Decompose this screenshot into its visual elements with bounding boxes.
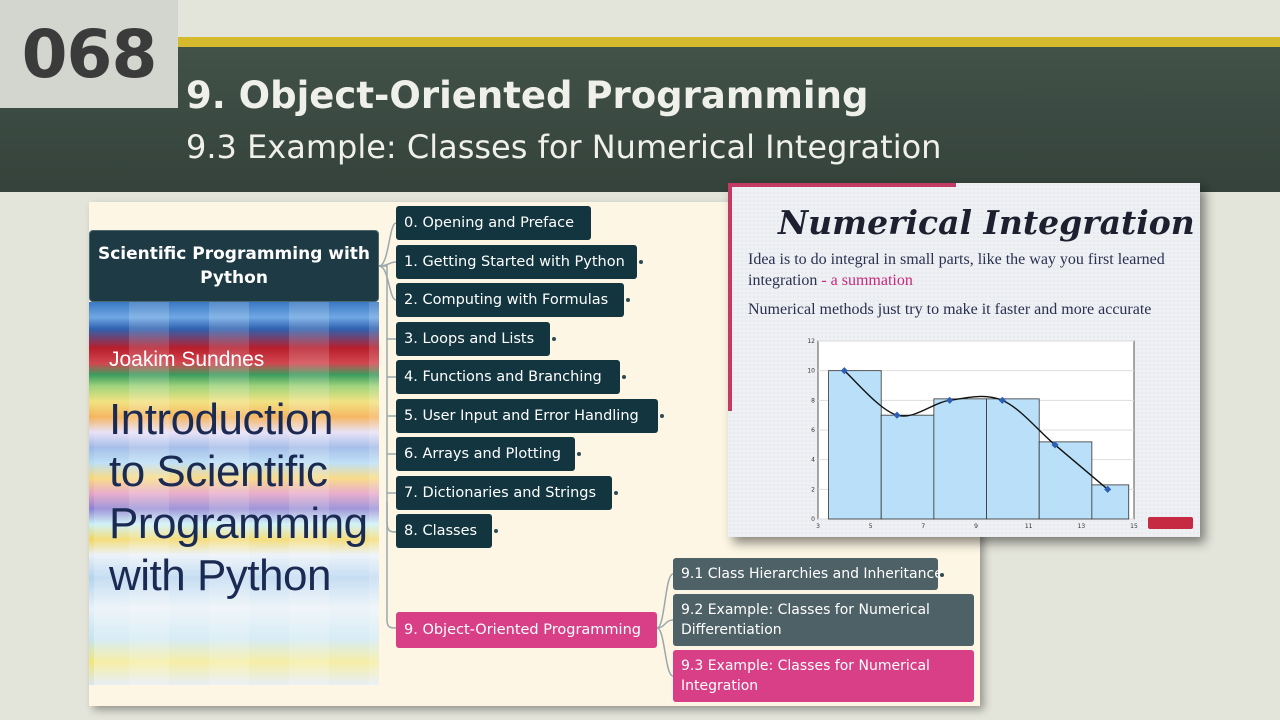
slide-title: Numerical Integration: [778, 203, 1195, 242]
chart-y-tick-label: 2: [811, 486, 815, 493]
chart-y-tick-label: 0: [811, 516, 815, 523]
slide-text-idea-main: Idea is to do integral in small parts, l…: [748, 251, 1165, 289]
chapter-node-6[interactable]: 6. Arrays and Plotting: [396, 437, 575, 471]
node-expand-dot[interactable]: [660, 414, 664, 418]
chart-x-tick-label: 15: [1130, 523, 1138, 530]
chart-y-tick-label: 12: [807, 338, 815, 345]
integration-slide: Numerical Integration Idea is to do inte…: [728, 183, 1200, 537]
node-expand-dot[interactable]: [622, 375, 626, 379]
node-expand-dot[interactable]: [614, 491, 618, 495]
slide-accent: [728, 183, 956, 187]
node-expand-dot[interactable]: [639, 260, 643, 264]
chapter-node-4[interactable]: 4. Functions and Branching: [396, 360, 620, 394]
node-expand-dot[interactable]: [940, 573, 944, 577]
chart-bar: [880, 414, 935, 520]
chart-x-tick-label: 11: [1025, 523, 1033, 530]
chart-y-tick-label: 8: [811, 397, 815, 404]
chapter-node-8[interactable]: 8. Classes: [396, 514, 492, 548]
chapter-node-1[interactable]: 1. Getting Started with Python: [396, 245, 637, 279]
chart-x-tick-label: 5: [869, 523, 873, 530]
slide-nav-button[interactable]: [1148, 517, 1193, 529]
chart-x-tick-label: 13: [1078, 523, 1086, 530]
node-expand-dot[interactable]: [626, 298, 630, 302]
chart-x-tick-label: 7: [921, 523, 925, 530]
integration-chart: 0 2 4 6 8 10 12 3 5 7 9 11 13 15: [807, 338, 1138, 530]
chart-x-tick-label: 9: [974, 523, 978, 530]
section-title: 9.3 Example: Classes for Numerical Integ…: [186, 128, 942, 166]
header-banner: [0, 46, 1280, 192]
slide-text-idea-highlight: - a summation: [821, 272, 913, 289]
chart-y-tick-label: 10: [807, 368, 815, 375]
chart-bar: [986, 398, 1040, 520]
chart-y-tick-label: 6: [811, 427, 815, 434]
section-node-9-3[interactable]: 9.3 Example: Classes for Numerical Integ…: [673, 650, 974, 702]
chapter-node-3[interactable]: 3. Loops and Lists: [396, 322, 550, 356]
chapter-node-9[interactable]: 9. Object-Oriented Programming: [396, 612, 657, 648]
node-expand-dot[interactable]: [494, 529, 498, 533]
section-node-9-2[interactable]: 9.2 Example: Classes for Numerical Diffe…: [673, 594, 974, 646]
episode-number: 068: [0, 0, 178, 108]
chapter-node-5[interactable]: 5. User Input and Error Handling: [396, 399, 658, 433]
slide-text-methods: Numerical methods just try to make it fa…: [748, 301, 1152, 318]
chart-bar: [828, 370, 882, 520]
slide-text-idea: Idea is to do integral in small parts, l…: [748, 249, 1198, 291]
chapter-node-7[interactable]: 7. Dictionaries and Strings: [396, 476, 612, 510]
mindmap-root-node[interactable]: Scientific Programming with Python: [89, 230, 379, 302]
node-expand-dot[interactable]: [577, 452, 581, 456]
chapter-node-0[interactable]: 0. Opening and Preface: [396, 206, 591, 240]
chart-y-tick-label: 4: [811, 457, 815, 464]
slide-accent: [728, 183, 732, 411]
node-expand-dot[interactable]: [552, 337, 556, 341]
chapter-title: 9. Object-Oriented Programming: [186, 74, 869, 117]
section-node-9-1[interactable]: 9.1 Class Hierarchies and Inheritance: [673, 558, 943, 590]
chart-bar: [933, 398, 987, 520]
chapter-node-2[interactable]: 2. Computing with Formulas: [396, 283, 624, 317]
accent-bar: [178, 37, 1280, 47]
chart-x-tick-label: 3: [816, 523, 820, 530]
